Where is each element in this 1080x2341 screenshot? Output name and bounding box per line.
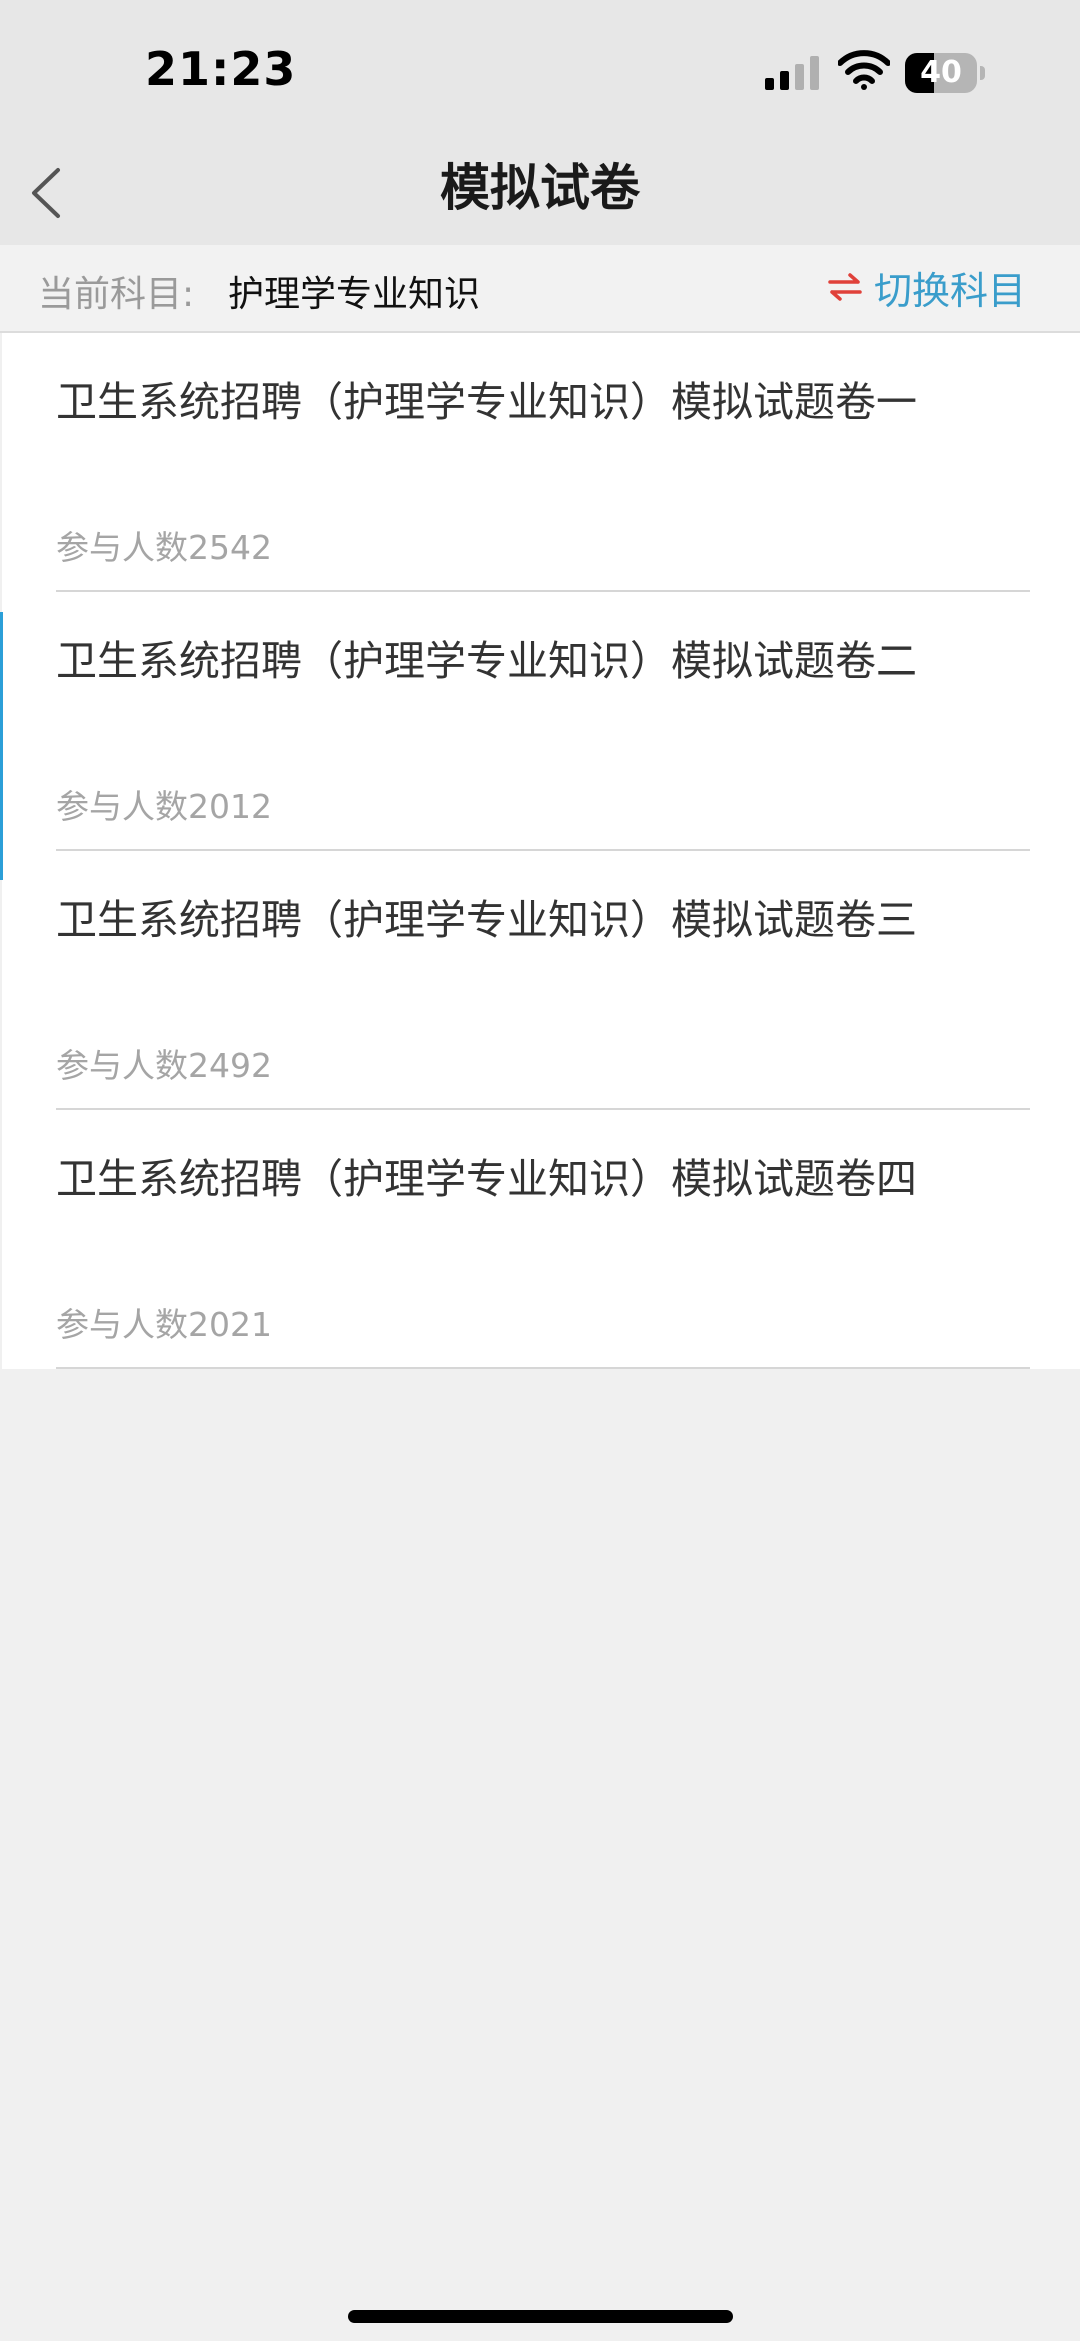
subject-bar: 当前科目: 护理学专业知识 切换科目 (0, 245, 1080, 333)
subject-label: 当前科目: (38, 274, 195, 315)
chevron-left-icon (32, 168, 60, 218)
list-item[interactable]: 卫生系统招聘（护理学专业知识）模拟试题卷四 参与人数2021 (56, 1110, 1030, 1369)
battery-body: 40 (905, 53, 977, 93)
battery-level: 40 (920, 55, 962, 90)
list-item[interactable]: 卫生系统招聘（护理学专业知识）模拟试题卷三 参与人数2492 (56, 851, 1030, 1110)
wifi-icon (838, 50, 890, 90)
list-item[interactable]: 卫生系统招聘（护理学专业知识）模拟试题卷一 参与人数2542 (56, 333, 1030, 592)
back-button[interactable] (18, 160, 78, 224)
paper-participants: 参与人数2021 (56, 1305, 272, 1344)
subject-value: 护理学专业知识 (228, 274, 481, 315)
list-item[interactable]: 卫生系统招聘（护理学专业知识）模拟试题卷二 参与人数2012 (56, 592, 1030, 851)
home-indicator[interactable] (348, 2310, 733, 2323)
battery-tip (980, 66, 985, 80)
status-time: 21:23 (145, 42, 297, 96)
paper-title: 卫生系统招聘（护理学专业知识）模拟试题卷一 (56, 378, 917, 426)
switch-subject-label: 切换科目 (873, 268, 1026, 313)
paper-title: 卫生系统招聘（护理学专业知识）模拟试题卷二 (56, 637, 917, 685)
page-title: 模拟试卷 (440, 159, 640, 217)
paper-participants: 参与人数2542 (56, 528, 272, 567)
nav-bar: 模拟试卷 (0, 140, 1080, 245)
paper-title: 卫生系统招聘（护理学专业知识）模拟试题卷三 (56, 896, 917, 944)
signal-icon (765, 56, 819, 90)
paper-participants: 参与人数2492 (56, 1046, 272, 1085)
scroll-accent (0, 612, 3, 880)
battery-icon: 40 (905, 53, 985, 93)
swap-arrows-icon (828, 273, 862, 301)
paper-list: 卫生系统招聘（护理学专业知识）模拟试题卷一 参与人数2542 卫生系统招聘（护理… (2, 333, 1080, 1369)
switch-subject-button[interactable]: 切换科目 (828, 263, 1026, 313)
paper-title: 卫生系统招聘（护理学专业知识）模拟试题卷四 (56, 1155, 917, 1203)
status-bar: 21:23 40 (0, 0, 1080, 140)
paper-participants: 参与人数2012 (56, 787, 272, 826)
